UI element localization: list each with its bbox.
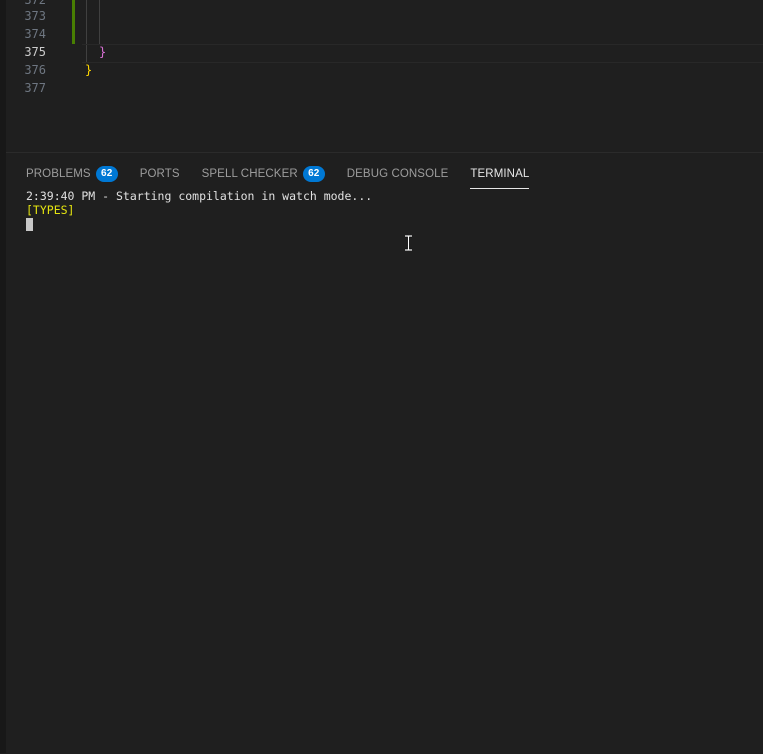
spell-checker-count-badge: 62 xyxy=(302,166,325,182)
tab-label: TERMINAL xyxy=(470,168,530,180)
terminal-line: 2:39:40 PM - Starting compilation in wat… xyxy=(26,189,373,203)
tab-debug-console[interactable]: DEBUG CONSOLE xyxy=(347,163,449,185)
terminal-output[interactable]: 2:39:40 PM - Starting compilation in wat… xyxy=(26,189,746,231)
code-editor[interactable]: 372 373 374 375 376 377 } } xyxy=(6,0,763,152)
line-number: 377 xyxy=(24,81,46,95)
bottom-panel: PROBLEMS 62 PORTS SPELL CHECKER 62 DEBUG… xyxy=(6,152,763,754)
line-number: 374 xyxy=(24,27,46,41)
tab-label: DEBUG CONSOLE xyxy=(346,168,449,180)
closing-brace: } xyxy=(99,45,107,59)
line-number: 376 xyxy=(24,63,46,77)
problems-count-badge: 62 xyxy=(95,166,118,182)
terminal-cursor xyxy=(26,218,33,231)
indent-guide xyxy=(99,0,100,44)
line-number: 373 xyxy=(24,9,46,23)
text-cursor-icon xyxy=(405,235,412,251)
line-number-active: 375 xyxy=(24,45,46,59)
git-change-indicator[interactable] xyxy=(72,0,75,44)
tab-label: PORTS xyxy=(139,168,180,180)
tab-ports[interactable]: PORTS xyxy=(140,163,180,185)
tab-spell-checker[interactable]: SPELL CHECKER 62 xyxy=(202,163,325,185)
tab-label: SPELL CHECKER xyxy=(201,168,298,180)
current-line-highlight xyxy=(82,44,763,63)
closing-brace: } xyxy=(85,63,93,77)
tab-terminal[interactable]: TERMINAL xyxy=(470,163,530,189)
terminal-line-types: [TYPES] xyxy=(26,203,75,217)
tab-label: PROBLEMS xyxy=(26,168,91,180)
panel-tabs: PROBLEMS 62 PORTS SPELL CHECKER 62 DEBUG… xyxy=(26,163,551,189)
tab-problems[interactable]: PROBLEMS 62 xyxy=(26,163,118,185)
